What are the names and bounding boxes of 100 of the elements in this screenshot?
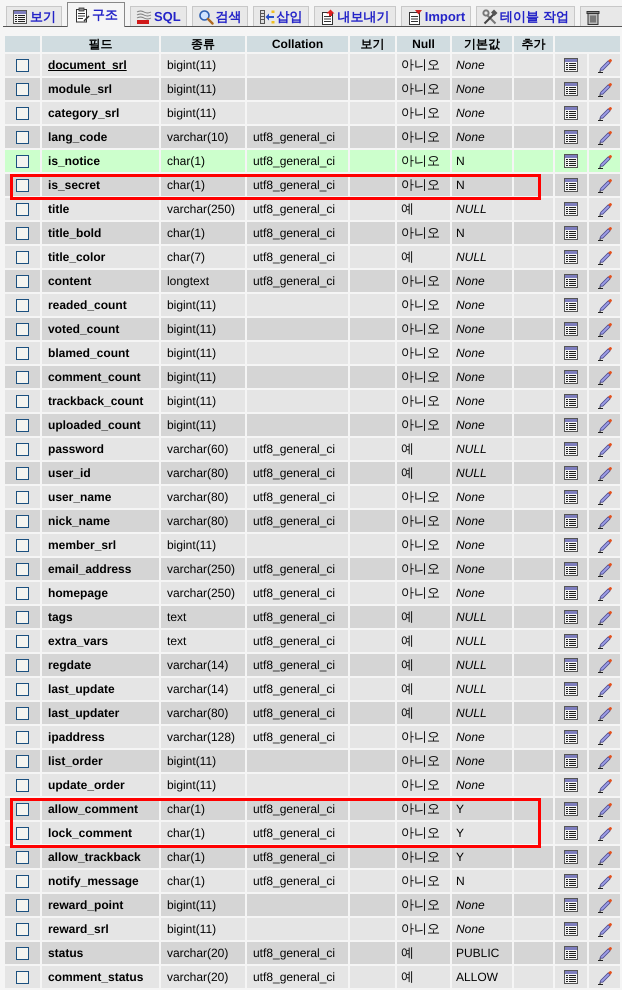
table-icon[interactable] <box>563 393 579 409</box>
table-icon[interactable] <box>563 585 579 601</box>
checkbox[interactable] <box>16 275 29 288</box>
table-icon[interactable] <box>563 225 579 241</box>
pencil-icon[interactable] <box>596 369 612 385</box>
tab[interactable]: 보기 <box>6 6 62 26</box>
table-icon[interactable] <box>563 249 579 265</box>
pencil-icon[interactable] <box>596 465 612 481</box>
checkbox[interactable] <box>16 395 29 408</box>
checkbox[interactable] <box>16 851 29 864</box>
table-icon[interactable] <box>563 873 579 889</box>
pencil-icon[interactable] <box>596 921 612 937</box>
checkbox[interactable] <box>16 923 29 936</box>
pencil-icon[interactable] <box>596 417 612 433</box>
pencil-icon[interactable] <box>596 633 612 649</box>
pencil-icon[interactable] <box>596 393 612 409</box>
pencil-icon[interactable] <box>596 345 612 361</box>
table-icon[interactable] <box>563 177 579 193</box>
table-icon[interactable] <box>563 777 579 793</box>
table-icon[interactable] <box>563 417 579 433</box>
table-icon[interactable] <box>563 537 579 553</box>
pencil-icon[interactable] <box>596 585 612 601</box>
checkbox[interactable] <box>16 755 29 768</box>
table-icon[interactable] <box>563 945 579 961</box>
checkbox[interactable] <box>16 947 29 960</box>
checkbox[interactable] <box>16 83 29 96</box>
pencil-icon[interactable] <box>596 513 612 529</box>
tab[interactable] <box>580 6 622 26</box>
checkbox[interactable] <box>16 323 29 336</box>
pencil-icon[interactable] <box>596 249 612 265</box>
checkbox[interactable] <box>16 131 29 144</box>
table-icon[interactable] <box>563 609 579 625</box>
table-icon[interactable] <box>563 729 579 745</box>
table-icon[interactable] <box>563 441 579 457</box>
checkbox[interactable] <box>16 59 29 72</box>
table-icon[interactable] <box>563 657 579 673</box>
pencil-icon[interactable] <box>596 705 612 721</box>
table-icon[interactable] <box>563 57 579 73</box>
table-icon[interactable] <box>563 825 579 841</box>
checkbox[interactable] <box>16 491 29 504</box>
table-icon[interactable] <box>563 297 579 313</box>
pencil-icon[interactable] <box>596 729 612 745</box>
checkbox[interactable] <box>16 419 29 432</box>
tab[interactable]: 검색 <box>192 6 248 26</box>
tab[interactable]: 테이블 작업 <box>476 6 575 26</box>
table-icon[interactable] <box>563 681 579 697</box>
table-icon[interactable] <box>563 897 579 913</box>
pencil-icon[interactable] <box>596 537 612 553</box>
checkbox[interactable] <box>16 155 29 168</box>
checkbox[interactable] <box>16 179 29 192</box>
table-icon[interactable] <box>563 705 579 721</box>
checkbox[interactable] <box>16 803 29 816</box>
checkbox[interactable] <box>16 827 29 840</box>
pencil-icon[interactable] <box>596 273 612 289</box>
table-icon[interactable] <box>563 921 579 937</box>
pencil-icon[interactable] <box>596 489 612 505</box>
pencil-icon[interactable] <box>596 129 612 145</box>
table-icon[interactable] <box>563 633 579 649</box>
checkbox[interactable] <box>16 515 29 528</box>
table-icon[interactable] <box>563 105 579 121</box>
tab[interactable]: Import <box>400 6 472 26</box>
tab[interactable]: 삽입 <box>252 6 309 26</box>
pencil-icon[interactable] <box>596 321 612 337</box>
pencil-icon[interactable] <box>596 177 612 193</box>
pencil-icon[interactable] <box>596 849 612 865</box>
pencil-icon[interactable] <box>596 225 612 241</box>
pencil-icon[interactable] <box>596 969 612 985</box>
tab[interactable]: 내보내기 <box>314 6 396 26</box>
table-icon[interactable] <box>563 129 579 145</box>
checkbox[interactable] <box>16 467 29 480</box>
table-icon[interactable] <box>563 321 579 337</box>
pencil-icon[interactable] <box>596 153 612 169</box>
pencil-icon[interactable] <box>596 801 612 817</box>
checkbox[interactable] <box>16 203 29 216</box>
checkbox[interactable] <box>16 587 29 600</box>
checkbox[interactable] <box>16 107 29 120</box>
table-icon[interactable] <box>563 489 579 505</box>
table-icon[interactable] <box>563 969 579 985</box>
pencil-icon[interactable] <box>596 825 612 841</box>
table-icon[interactable] <box>563 369 579 385</box>
pencil-icon[interactable] <box>596 81 612 97</box>
pencil-icon[interactable] <box>596 873 612 889</box>
pencil-icon[interactable] <box>596 297 612 313</box>
checkbox[interactable] <box>16 731 29 744</box>
checkbox[interactable] <box>16 563 29 576</box>
checkbox[interactable] <box>16 251 29 264</box>
pencil-icon[interactable] <box>596 753 612 769</box>
pencil-icon[interactable] <box>596 561 612 577</box>
checkbox[interactable] <box>16 779 29 792</box>
pencil-icon[interactable] <box>596 681 612 697</box>
pencil-icon[interactable] <box>596 657 612 673</box>
checkbox[interactable] <box>16 635 29 648</box>
checkbox[interactable] <box>16 227 29 240</box>
checkbox[interactable] <box>16 611 29 624</box>
pencil-icon[interactable] <box>596 609 612 625</box>
table-icon[interactable] <box>563 465 579 481</box>
pencil-icon[interactable] <box>596 777 612 793</box>
pencil-icon[interactable] <box>596 201 612 217</box>
table-icon[interactable] <box>563 81 579 97</box>
table-icon[interactable] <box>563 153 579 169</box>
